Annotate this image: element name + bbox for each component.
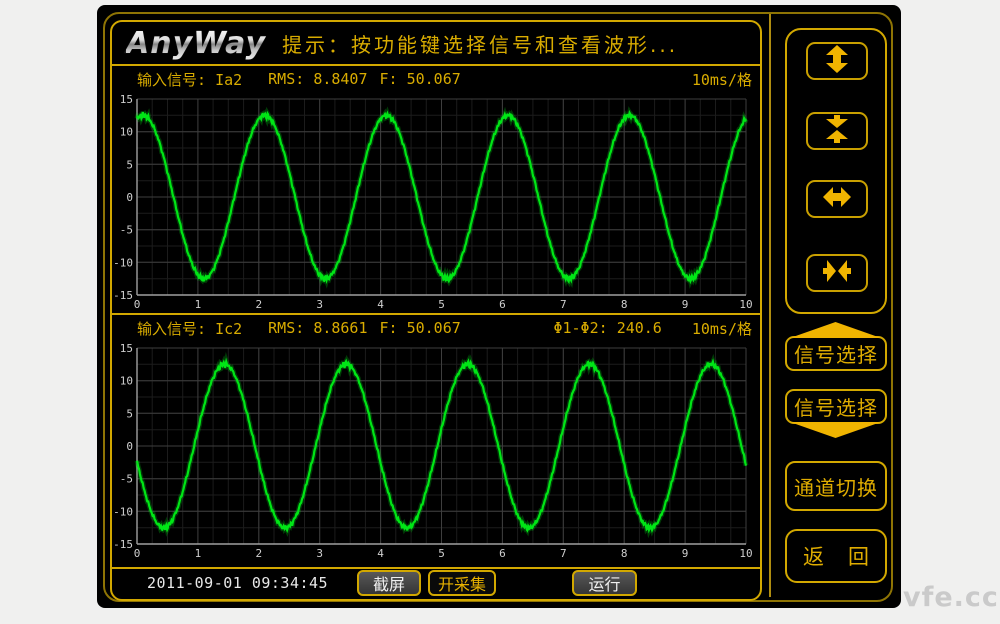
svg-text:5: 5 (126, 158, 133, 171)
signal-select-down-label: 信号选择 (785, 389, 887, 424)
channel-switch-label: 通道切换 (794, 472, 878, 501)
waveform-panel-2: 输入信号: Ic2 RMS: 8.8661 F: 50.067 Φ1-Φ2: 2… (112, 315, 760, 569)
channel-1-timebase: 10ms/格 (692, 69, 752, 90)
return-label-left: 返 (803, 541, 824, 571)
waveform-panel-1: 输入信号: Ia2 RMS: 8.8407 F: 50.067 10ms/格 0… (112, 66, 760, 315)
svg-text:4: 4 (377, 298, 384, 311)
triangle-down-icon (790, 422, 881, 438)
channel-2-header: 输入信号: Ic2 RMS: 8.8661 F: 50.067 Φ1-Φ2: 2… (112, 315, 760, 341)
signal-select-up-button[interactable]: 信号选择 (785, 322, 887, 371)
sidebar-divider (769, 14, 771, 597)
channel-1-rms: RMS: 8.8407 (268, 70, 367, 88)
channel-2-phase-diff: Φ1-Φ2: 240.6 (553, 319, 661, 337)
svg-text:6: 6 (499, 298, 506, 311)
return-label-right: 回 (848, 541, 869, 571)
watermark: vfe.cc (903, 582, 999, 613)
channel-1-signal: 输入信号: Ia2 (137, 69, 242, 90)
signal-select-up-label: 信号选择 (785, 336, 887, 371)
svg-text:4: 4 (377, 547, 384, 560)
channel-1-freq: F: 50.067 (380, 70, 461, 88)
svg-text:-5: -5 (120, 224, 133, 237)
compress-vertical-icon (823, 115, 851, 147)
waveform-chart-ia2: 0 1 2 3 4 5 6 7 8 9 10 -15 -10 -5 0 5 10 15 (112, 92, 760, 313)
compress-horizontal-icon (823, 257, 851, 289)
run-button[interactable]: 运行 (572, 570, 637, 596)
compress-vertical-button[interactable] (806, 112, 868, 150)
svg-text:0: 0 (126, 440, 133, 453)
svg-text:3: 3 (316, 547, 323, 560)
status-bar: 2011-09-01 09:34:45 截屏 开采集 运行 (112, 569, 760, 599)
svg-text:9: 9 (682, 298, 689, 311)
svg-text:10: 10 (120, 375, 133, 388)
expand-horizontal-button[interactable] (806, 180, 868, 218)
svg-text:10: 10 (739, 547, 752, 560)
channel-2-rms: RMS: 8.8661 (268, 319, 367, 337)
anyway-logo: AnyWay (126, 26, 272, 61)
svg-text:-10: -10 (113, 256, 133, 269)
svg-text:8: 8 (621, 547, 628, 560)
svg-text:1: 1 (195, 298, 202, 311)
svg-text:3: 3 (316, 298, 323, 311)
channel-1-header: 输入信号: Ia2 RMS: 8.8407 F: 50.067 10ms/格 (112, 66, 760, 92)
timestamp: 2011-09-01 09:34:45 (147, 574, 328, 592)
svg-text:2: 2 (255, 547, 262, 560)
expand-horizontal-icon (823, 183, 851, 215)
svg-text:5: 5 (126, 407, 133, 420)
svg-text:8: 8 (621, 298, 628, 311)
channel-switch-button[interactable]: 通道切换 (785, 461, 887, 511)
hint-text: 提示：按功能键选择信号和查看波形... (282, 29, 678, 58)
svg-text:-10: -10 (113, 505, 133, 518)
signal-select-down-button[interactable]: 信号选择 (785, 389, 887, 441)
channel-2-signal: 输入信号: Ic2 (137, 318, 242, 339)
main-panel: AnyWay 提示：按功能键选择信号和查看波形... 输入信号: Ia2 RMS… (110, 20, 762, 601)
svg-text:2: 2 (255, 298, 262, 311)
svg-text:1: 1 (195, 547, 202, 560)
svg-text:6: 6 (499, 547, 506, 560)
svg-text:10: 10 (120, 126, 133, 139)
waveform-chart-ic2: 0 1 2 3 4 5 6 7 8 9 10 -15 -10 -5 0 5 10 15 (112, 341, 760, 566)
svg-text:0: 0 (134, 298, 141, 311)
expand-vertical-button[interactable] (806, 42, 868, 80)
svg-text:0: 0 (126, 191, 133, 204)
triangle-up-icon (790, 322, 881, 338)
svg-text:-5: -5 (120, 473, 133, 486)
svg-text:15: 15 (120, 342, 133, 355)
svg-text:0: 0 (134, 547, 141, 560)
channel-2-timebase: 10ms/格 (692, 318, 752, 339)
return-button[interactable]: 返 回 (785, 529, 887, 583)
compress-horizontal-button[interactable] (806, 254, 868, 292)
svg-text:15: 15 (120, 93, 133, 106)
title-bar: AnyWay 提示：按功能键选择信号和查看波形... (112, 22, 760, 66)
start-acquisition-button[interactable]: 开采集 (428, 570, 496, 596)
screenshot-button[interactable]: 截屏 (357, 570, 421, 596)
svg-text:10: 10 (739, 298, 752, 311)
device-screen: AnyWay 提示：按功能键选择信号和查看波形... 输入信号: Ia2 RMS… (97, 5, 901, 608)
svg-text:9: 9 (682, 547, 689, 560)
channel-2-freq: F: 50.067 (380, 319, 461, 337)
expand-vertical-icon (823, 45, 851, 77)
svg-text:5: 5 (438, 547, 445, 560)
svg-text:5: 5 (438, 298, 445, 311)
svg-text:7: 7 (560, 298, 567, 311)
zoom-button-group (785, 28, 887, 314)
svg-text:7: 7 (560, 547, 567, 560)
svg-text:-15: -15 (113, 289, 133, 302)
svg-text:-15: -15 (113, 538, 133, 551)
